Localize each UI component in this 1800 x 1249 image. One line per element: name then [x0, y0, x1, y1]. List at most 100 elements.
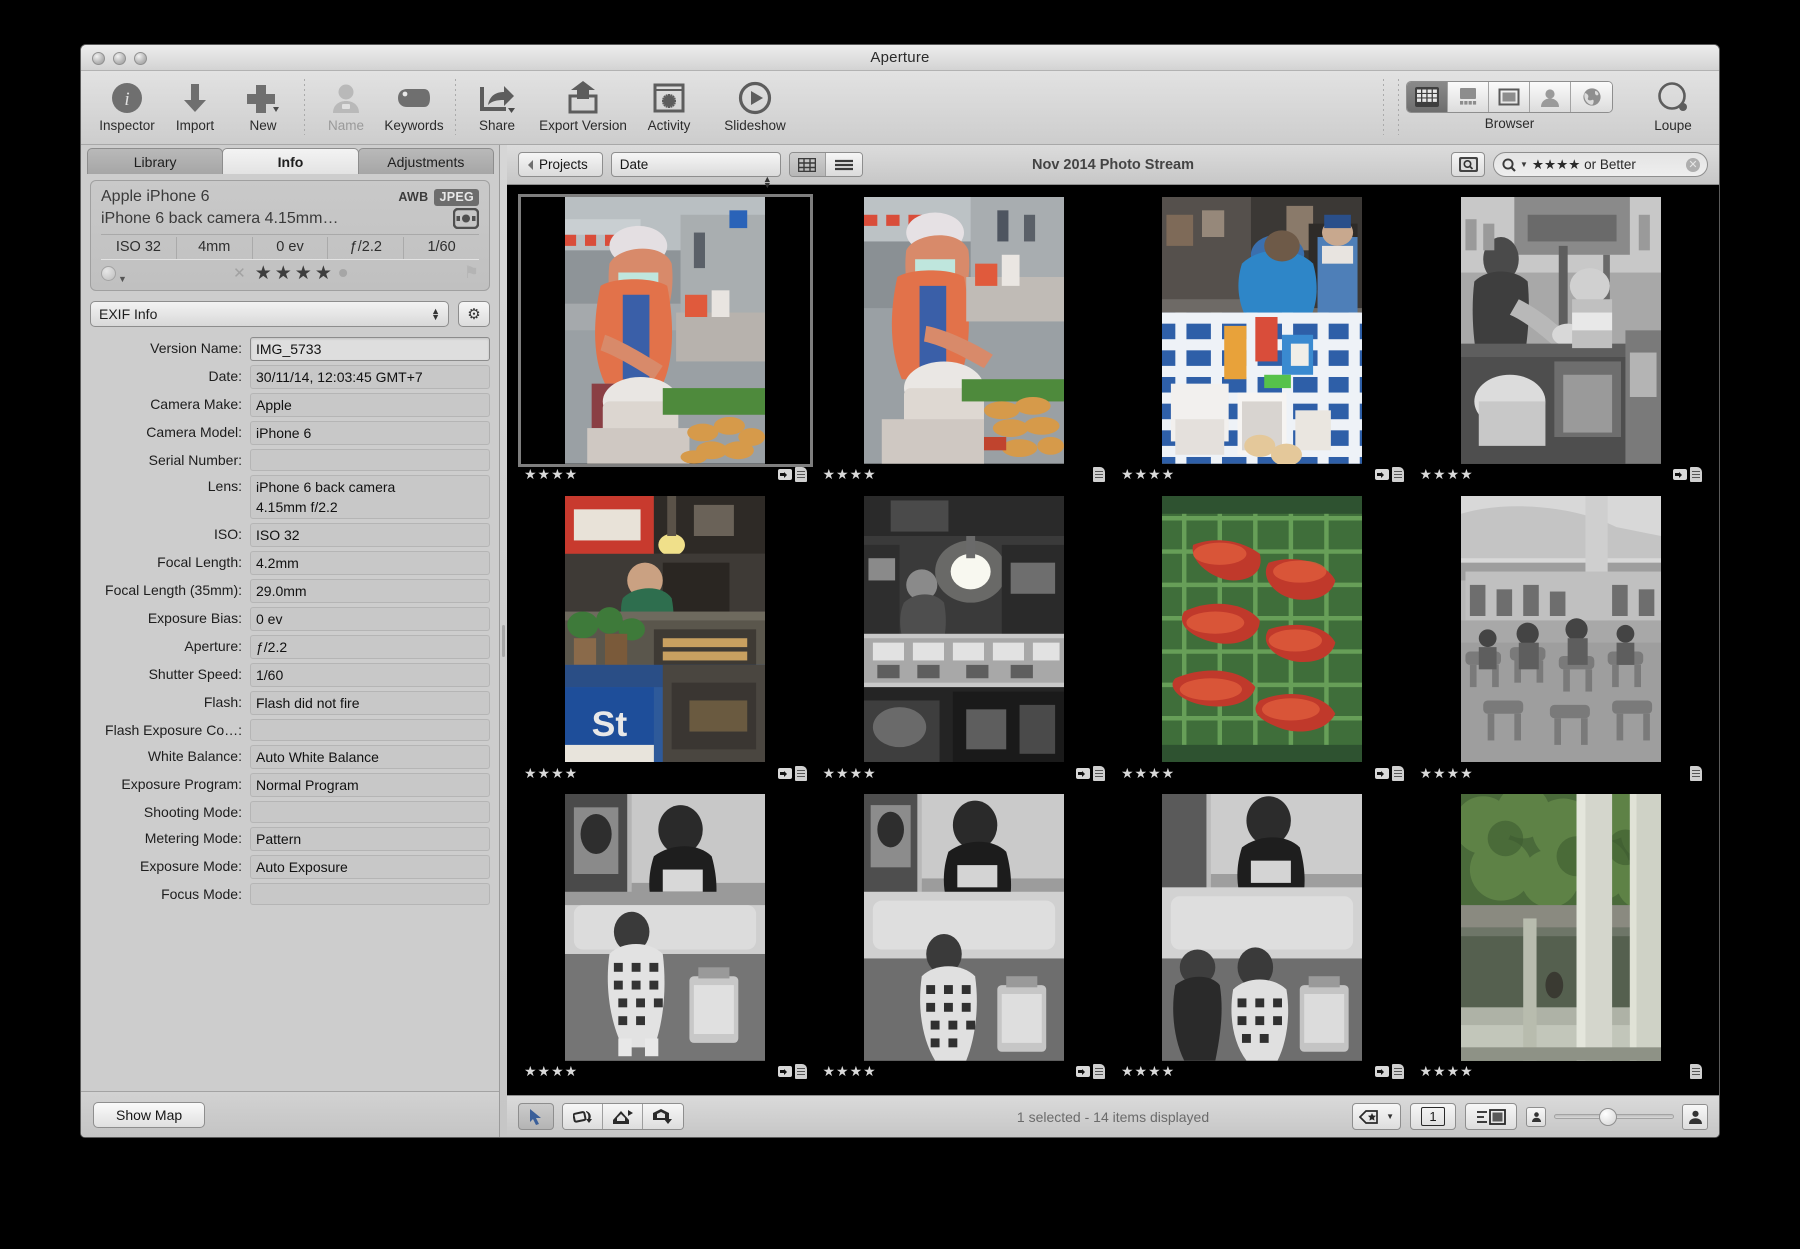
back-to-projects-button[interactable]: Projects — [518, 152, 603, 177]
pane-resize-handle[interactable] — [500, 145, 507, 1137]
list-layout-icon[interactable] — [825, 153, 862, 176]
show-map-button[interactable]: Show Map — [93, 1101, 206, 1128]
stamp-tool[interactable] — [643, 1104, 683, 1129]
toolbar-keywords-button[interactable]: Keywords — [380, 77, 448, 133]
field-value[interactable]: Flash did not fire — [250, 691, 490, 715]
thumbnail-rating[interactable]: ★★★★ — [524, 466, 578, 483]
thumbnail-image-box[interactable] — [1118, 495, 1407, 763]
star-5-empty-icon[interactable] — [338, 269, 347, 277]
places-globe-icon[interactable] — [1571, 82, 1612, 112]
toolbar-slideshow-button[interactable]: Slideshow — [703, 77, 807, 133]
toolbar-inspector-button[interactable]: i Inspector — [93, 77, 161, 133]
arrow-select-tool[interactable] — [518, 1103, 554, 1130]
field-value[interactable]: 0 ev — [250, 607, 490, 631]
thumbnail-rating[interactable]: ★★★★ — [1121, 1063, 1175, 1080]
filmstrip-view-icon[interactable] — [1448, 82, 1489, 112]
tab-library[interactable]: Library — [87, 148, 224, 174]
field-value[interactable]: iPhone 6 back camera 4.15mm f/2.2 — [250, 475, 490, 519]
field-value[interactable]: Auto White Balance — [250, 745, 490, 769]
gear-icon[interactable]: ⚙ — [458, 301, 490, 327]
thumbnail-rating[interactable]: ★★★★ — [1420, 765, 1474, 782]
thumbnail-cell[interactable]: ★★★★ — [1417, 495, 1706, 785]
clear-search-icon[interactable]: ✕ — [1686, 157, 1700, 172]
photo-thumbnail[interactable] — [1460, 197, 1661, 464]
rating-overlay-button[interactable]: ▼ — [1352, 1103, 1401, 1130]
reject-x-icon[interactable]: ✕ — [233, 264, 246, 282]
photo-thumbnail[interactable] — [1162, 197, 1363, 464]
viewer-only-icon[interactable] — [1489, 82, 1530, 112]
thumbnail-rating[interactable]: ★★★★ — [1420, 1063, 1474, 1080]
view-mode-segmented-control[interactable] — [1406, 81, 1613, 113]
thumbnail-image-box[interactable] — [521, 794, 810, 1061]
thumbnail-rating[interactable]: ★★★★ — [823, 1063, 877, 1080]
thumbnail-image-box[interactable] — [1118, 197, 1407, 464]
thumbnail-cell[interactable]: ★★★★ — [820, 495, 1109, 785]
thumbnail-cell[interactable]: ★★★★ — [518, 194, 813, 486]
edit-tools-group[interactable] — [562, 1103, 684, 1130]
rotate-ccw-tool[interactable] — [563, 1104, 603, 1129]
browser-layout-toggle[interactable] — [788, 152, 863, 177]
field-value[interactable] — [250, 883, 490, 905]
thumbnail-rating[interactable]: ★★★★ — [1420, 466, 1474, 483]
thumbnail-cell[interactable]: ★★★★ — [521, 794, 810, 1083]
thumbnail-rating[interactable]: ★★★★ — [1121, 765, 1175, 782]
chevron-down-icon[interactable]: ▼ — [118, 274, 127, 286]
metadata-set-select[interactable]: EXIF Info ▲ ▼ — [90, 301, 449, 327]
metadata-overlay-button[interactable] — [1465, 1103, 1517, 1130]
thumbnail-cell[interactable]: ★★★★ — [1118, 495, 1407, 785]
toolbar-import-button[interactable]: Import — [161, 77, 229, 133]
field-value[interactable]: iPhone 6 — [250, 421, 490, 445]
field-value[interactable] — [250, 801, 490, 823]
thumbnail-image-box[interactable] — [1417, 495, 1706, 763]
filter-hud-button[interactable] — [1451, 152, 1485, 177]
field-value[interactable]: ƒ/2.2 — [250, 635, 490, 659]
thumbnail-size-slider[interactable] — [1526, 1103, 1708, 1130]
sort-order-select[interactable]: Date ▲ ▼ — [610, 152, 781, 190]
toolbar-activity-button[interactable]: Activity — [635, 77, 703, 133]
tab-adjustments[interactable]: Adjustments — [357, 148, 494, 174]
star-4-icon[interactable]: ★ — [315, 264, 332, 283]
field-value[interactable]: Apple — [250, 393, 490, 417]
field-value[interactable] — [250, 449, 490, 471]
field-value[interactable]: 30/11/14, 12:03:45 GMT+7 — [250, 365, 490, 389]
photo-thumbnail[interactable] — [565, 197, 766, 464]
field-value[interactable]: Auto Exposure — [250, 855, 490, 879]
toolbar-loupe-button[interactable]: Loupe — [1639, 77, 1707, 133]
slider-knob[interactable] — [1599, 1108, 1617, 1126]
thumbnail-cell[interactable]: ★★★★ — [1417, 197, 1706, 486]
toolbar-share-button[interactable]: Share — [463, 77, 531, 133]
field-value[interactable]: ISO 32 — [250, 523, 490, 547]
thumbnail-image-box[interactable] — [820, 495, 1109, 763]
grid-view-icon[interactable] — [1407, 82, 1448, 112]
photo-thumbnail[interactable] — [863, 495, 1064, 763]
star-1-icon[interactable]: ★ — [255, 264, 272, 283]
thumbnail-image-box[interactable]: St — [521, 495, 810, 763]
tab-info[interactable]: Info — [222, 148, 359, 174]
field-value[interactable]: 1/60 — [250, 663, 490, 687]
thumbnail-cell[interactable]: ★★★★ — [1118, 794, 1407, 1083]
search-input[interactable]: ▼ ★★★★ or Better ✕ — [1493, 152, 1708, 177]
star-2-icon[interactable]: ★ — [275, 264, 292, 283]
toolbar-name-button[interactable]: Name — [312, 77, 380, 133]
lift-tool[interactable] — [603, 1104, 643, 1129]
photo-thumbnail[interactable] — [863, 794, 1064, 1061]
star-rating-control[interactable]: ✕ ★ ★ ★ ★ — [233, 264, 347, 283]
field-value[interactable]: 29.0mm — [250, 579, 490, 603]
photo-thumbnail[interactable] — [863, 197, 1064, 464]
photo-thumbnail[interactable] — [565, 794, 766, 1061]
thumbnail-image-box[interactable] — [1417, 197, 1706, 464]
photo-thumbnail[interactable] — [1162, 495, 1363, 763]
thumbnail-rating[interactable]: ★★★★ — [823, 466, 877, 483]
toolbar-export-version-button[interactable]: Export Version — [531, 77, 635, 133]
thumbnail-cell[interactable]: St ★★★★ — [521, 495, 810, 785]
thumbnail-cell[interactable]: ★★★★ — [1417, 794, 1706, 1083]
color-label-swatch[interactable] — [101, 265, 116, 281]
small-thumbnail-icon[interactable] — [1526, 1106, 1546, 1127]
thumbnail-image-box[interactable] — [820, 197, 1109, 464]
field-value[interactable]: IMG_5733 — [250, 337, 490, 361]
field-value[interactable]: Normal Program — [250, 773, 490, 797]
thumbnail-rating[interactable]: ★★★★ — [524, 765, 578, 782]
page-count-button[interactable]: 1 — [1410, 1103, 1456, 1130]
thumbnail-rating[interactable]: ★★★★ — [823, 765, 877, 782]
field-value[interactable] — [250, 719, 490, 741]
